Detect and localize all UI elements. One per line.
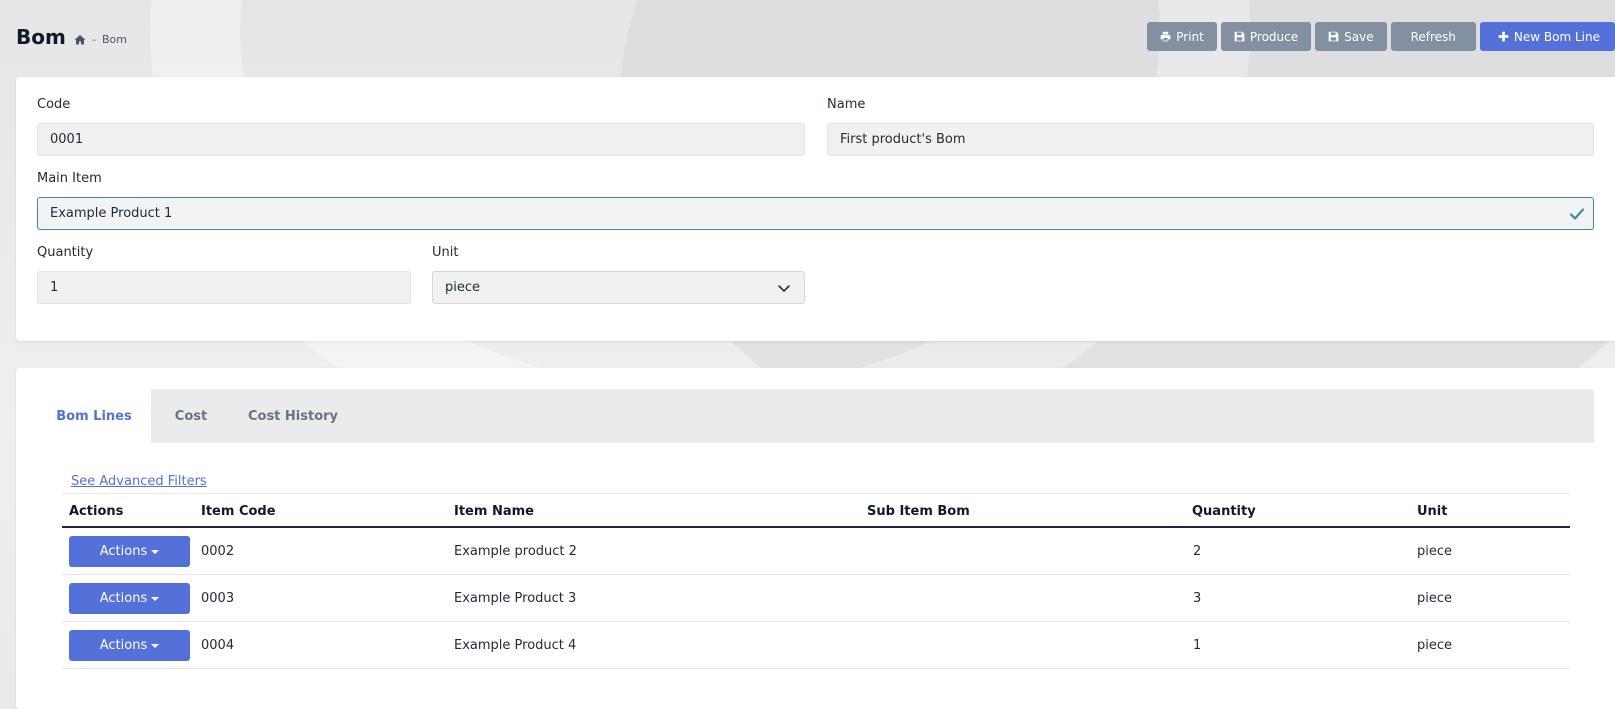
breadcrumb-separator: - [92,33,96,46]
cell-item-code: 0004 [201,638,235,653]
tab-cost[interactable]: Cost [151,389,231,443]
save-button[interactable]: Save [1315,22,1387,51]
name-label: Name [827,97,866,112]
cell-unit: piece [1417,638,1453,653]
chevron-down-icon [778,285,790,292]
unit-label: Unit [432,245,459,260]
table-row: Actions 0003 Example Product 3 3 piece [62,575,1570,622]
bom-lines-table: Actions Item Code Item Name Sub Item Bom… [62,493,1570,669]
advanced-filters-link[interactable]: See Advanced Filters [71,474,207,489]
row-actions-label: Actions [99,544,148,559]
new-bom-line-button-label: New Bom Line [1513,29,1600,44]
column-header-unit: Unit [1417,504,1448,519]
printer-icon [1160,31,1171,42]
save-disk-icon [1328,31,1339,42]
cell-item-name: Example Product 4 [454,638,577,653]
refresh-button[interactable]: Refresh [1390,22,1476,51]
code-input-value: 0001 [50,132,84,147]
unit-select-value: piece [445,280,481,295]
row-actions-label: Actions [99,591,148,606]
produce-button[interactable]: Produce [1220,22,1312,51]
produce-button-label: Produce [1249,29,1299,44]
bom-form-card: Code 0001 Name First product's Bom Main … [16,77,1615,341]
quantity-input-value: 1 [50,280,59,295]
bom-lines-panel: See Advanced Filters Actions Item Code I… [37,443,1594,709]
cell-item-name: Example Product 3 [454,591,577,606]
cell-quantity: 2 [1193,544,1202,559]
tab-bom-lines[interactable]: Bom Lines [37,389,151,443]
row-actions-label: Actions [99,638,148,653]
cell-unit: piece [1417,544,1453,559]
main-item-input-value: Example Product 1 [50,206,173,221]
tab-bar: Bom Lines Cost Cost History [37,389,1594,443]
table-header: Actions Item Code Item Name Sub Item Bom… [62,493,1570,528]
save-disk-icon [1234,31,1245,42]
caret-down-icon [151,550,160,554]
code-label: Code [37,97,71,112]
print-button-label: Print [1176,29,1204,44]
breadcrumb-current: Bom [101,33,127,46]
column-header-item-name: Item Name [454,504,534,519]
quantity-input[interactable]: 1 [37,271,411,304]
cell-quantity: 3 [1193,591,1202,606]
plus-icon [1498,31,1509,42]
check-icon [1569,208,1585,220]
new-bom-line-button[interactable]: New Bom Line [1479,22,1615,51]
cell-item-code: 0002 [201,544,235,559]
cell-item-name: Example product 2 [454,544,577,559]
code-input[interactable]: 0001 [37,123,805,156]
breadcrumb: - Bom [74,33,127,46]
page-header: Bom - Bom Print Produce Save Refresh New… [0,0,1615,76]
caret-down-icon [151,597,160,601]
main-item-input[interactable]: Example Product 1 [37,197,1594,230]
column-header-sub-item-bom: Sub Item Bom [867,504,970,519]
toolbar: Print Produce Save Refresh New Bom Line [1147,22,1615,51]
tab-cost-history[interactable]: Cost History [231,389,355,443]
column-header-actions: Actions [69,504,124,519]
print-button[interactable]: Print [1147,22,1217,51]
name-input[interactable]: First product's Bom [827,123,1594,156]
cell-item-code: 0003 [201,591,235,606]
row-actions-button[interactable]: Actions [69,583,190,614]
main-item-label: Main Item [37,171,102,186]
caret-down-icon [151,644,160,648]
unit-select[interactable]: piece [432,271,805,304]
column-header-item-code: Item Code [201,504,276,519]
save-button-label: Save [1344,29,1374,44]
table-row: Actions 0002 Example product 2 2 piece [62,528,1570,575]
bom-lines-card: Bom Lines Cost Cost History See Advanced… [16,368,1615,709]
row-actions-button[interactable]: Actions [69,536,190,567]
page-title: Bom [16,25,66,49]
quantity-label: Quantity [37,245,94,260]
refresh-button-label: Refresh [1410,29,1456,44]
column-header-quantity: Quantity [1192,504,1256,519]
table-row: Actions 0004 Example Product 4 1 piece [62,622,1570,669]
row-actions-button[interactable]: Actions [69,630,190,661]
home-icon[interactable] [74,34,86,45]
name-input-value: First product's Bom [840,132,966,147]
cell-quantity: 1 [1193,638,1202,653]
cell-unit: piece [1417,591,1453,606]
